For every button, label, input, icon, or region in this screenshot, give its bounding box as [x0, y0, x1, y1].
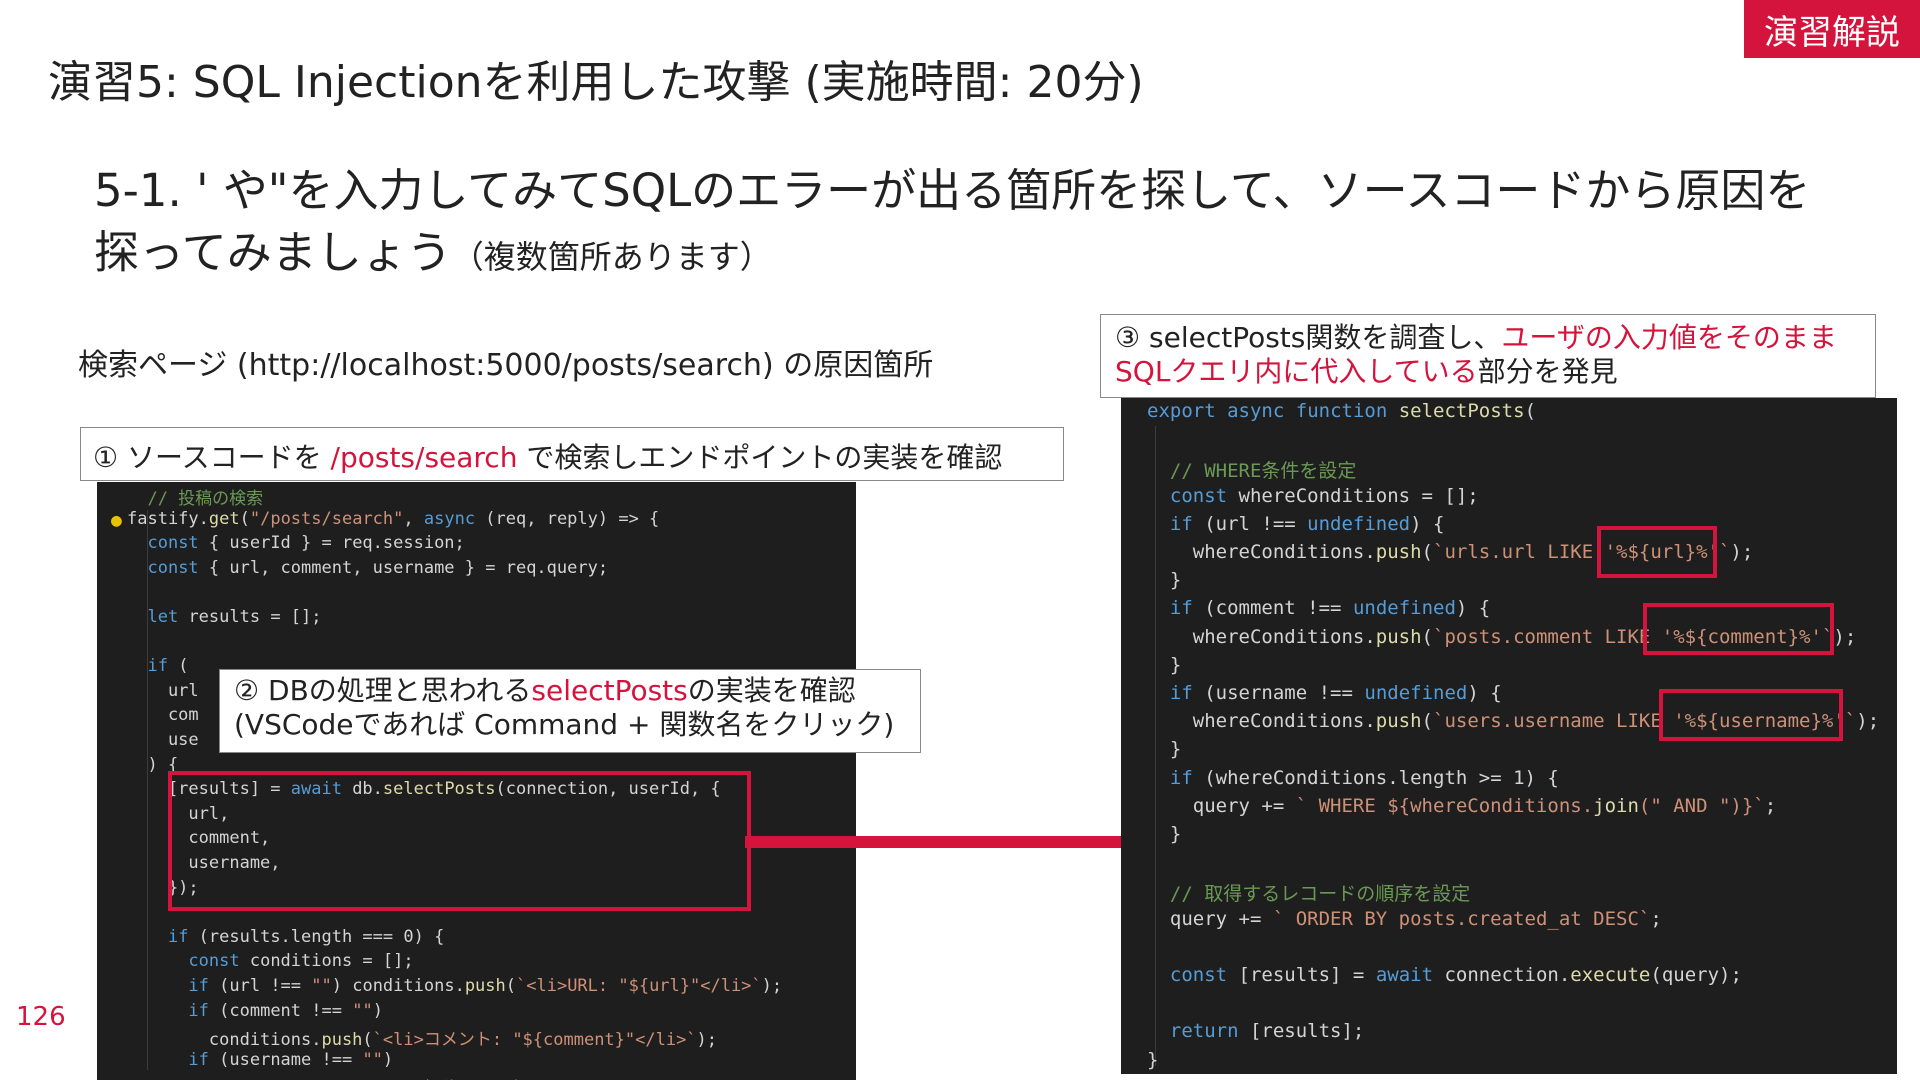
- code-line: if (url !== undefined) {: [1169, 512, 1445, 535]
- page-number: 126: [16, 1002, 66, 1032]
- arrow-icon: [745, 832, 1157, 852]
- code-line: if (results.length === 0) {: [167, 926, 445, 947]
- highlight-box-username: [1659, 689, 1843, 741]
- code-line: if (comment !== ""): [188, 1000, 383, 1021]
- code-line: use: [127, 730, 199, 750]
- callout-step-1: ① ソースコードを /posts/search で検索しエンドポイントの実装を確…: [80, 427, 1064, 481]
- code-line: query += ` WHERE ${whereConditions.join(…: [1147, 794, 1777, 817]
- slide-badge: 演習解説: [1744, 0, 1920, 58]
- callout-text: で検索しエンドポイントの実装を確認: [517, 441, 1003, 474]
- code-line: // 取得するレコードの順序を設定: [1147, 883, 1471, 906]
- code-line: }: [1147, 653, 1182, 676]
- code-line: // WHERE条件を設定: [1147, 460, 1357, 483]
- slide-title: 演習5: SQL Injectionを利用した攻撃 (実施時間: 20分): [48, 57, 1144, 108]
- code-line: const conditions = [];: [188, 951, 414, 972]
- highlight-box-comment: [1643, 603, 1834, 655]
- code-line: if (username !== ""): [188, 1049, 394, 1070]
- code-line: const { url, comment, username } = req.q…: [147, 557, 609, 578]
- code-line: if (username !== undefined) {: [1169, 682, 1502, 704]
- code-line: const { userId } = req.session;: [147, 533, 465, 554]
- task-description: 5-1. ' や"を入力してみてSQLのエラーが出る箇所を探して、ソースコードか…: [94, 160, 1854, 288]
- callout-text: (VSCodeであれば Command + 関数名をクリック): [234, 708, 895, 741]
- code-line: if (whereConditions.length >= 1) {: [1169, 766, 1559, 789]
- code-line: const [results] = await connection.execu…: [1169, 964, 1742, 986]
- callout-step-2: ② DBの処理と思われるselectPostsの実装を確認 (VSCodeであれ…: [219, 669, 921, 753]
- task-main: 5-1. ' や"を入力してみてSQLのエラーが出る箇所を探して、ソースコードか…: [94, 164, 1811, 279]
- code-line: // 投稿の検索: [127, 489, 264, 509]
- callout-text: ① ソースコードを: [93, 441, 331, 474]
- code-line: }: [1147, 823, 1182, 845]
- code-line: }: [1147, 1048, 1159, 1071]
- search-page-label: 検索ページ (http://localhost:5000/posts/searc…: [78, 348, 934, 383]
- callout-text: ③ selectPosts関数を調査し、: [1115, 321, 1502, 354]
- callout-text: の実装を確認: [687, 674, 856, 707]
- callout-highlight: /posts/search: [330, 441, 518, 474]
- code-line: export async function selectPosts(: [1147, 400, 1537, 422]
- code-line: url: [127, 680, 199, 701]
- highlight-box-selectposts-call: [168, 771, 751, 911]
- code-line: const whereConditions = [];: [1169, 484, 1479, 507]
- code-line: fastify.get("/posts/search", async (req,…: [127, 508, 660, 529]
- code-line: if (url !== "") conditions.push(`<li>URL…: [188, 976, 783, 996]
- callout-highlight: selectPosts: [531, 674, 688, 707]
- code-line: }: [1147, 569, 1182, 592]
- callout-text: ② DBの処理と思われる: [234, 674, 532, 707]
- code-line: if (: [147, 656, 189, 677]
- callout-step-3: ③ selectPosts関数を調査し、ユーザの入力値をそのままSQLクエリ内に…: [1100, 314, 1876, 398]
- code-line: return [results];: [1169, 1020, 1365, 1043]
- code-line: conditions.push(`<li>コメント: "${comment}"<…: [127, 1030, 718, 1051]
- callout-text: 部分を発見: [1477, 355, 1618, 388]
- code-line: }: [1147, 738, 1182, 761]
- task-note: （複数箇所あります）: [451, 238, 772, 276]
- code-line: if (comment !== undefined) {: [1169, 597, 1491, 620]
- code-line: com: [127, 705, 199, 726]
- lightbulb-icon: ●: [111, 510, 122, 531]
- code-line: let results = [];: [147, 607, 322, 627]
- code-line: conditions.push(`<li>投稿ユーザ名: "${username…: [127, 1074, 761, 1080]
- code-line: query += ` ORDER BY posts.created_at DES…: [1147, 907, 1662, 930]
- highlight-box-url: [1597, 526, 1717, 578]
